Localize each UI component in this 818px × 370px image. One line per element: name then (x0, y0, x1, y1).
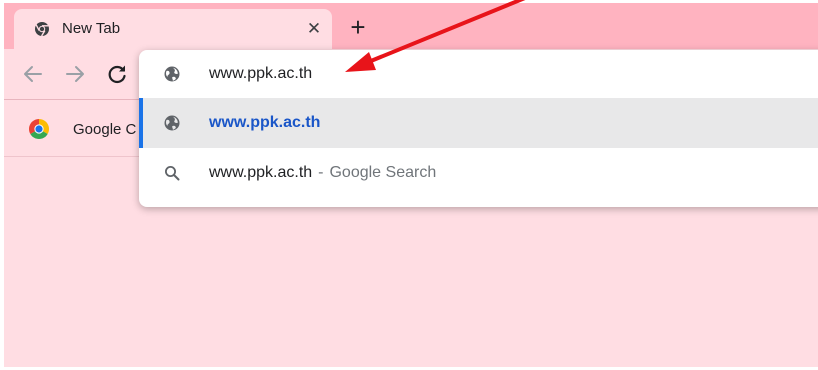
arrow-right-icon[interactable] (62, 61, 88, 87)
globe-icon (164, 115, 180, 131)
arrow-left-icon[interactable] (20, 61, 46, 87)
chrome-icon[interactable] (28, 118, 50, 140)
reload-icon[interactable] (104, 61, 130, 87)
suggestion-query: www.ppk.ac.th (209, 164, 313, 181)
suggestion-url[interactable]: www.ppk.ac.th (139, 98, 818, 148)
close-icon[interactable]: ✕ (304, 19, 324, 39)
plus-icon[interactable]: + (346, 14, 370, 40)
globe-icon (164, 66, 180, 82)
tab-title: New Tab (62, 20, 121, 37)
suggestion-separator: - (318, 164, 324, 181)
address-bar[interactable]: www.ppk.ac.th (139, 50, 818, 98)
omnibox-dropdown: www.ppk.ac.th www.ppk.ac.th www.ppk.ac.t… (139, 50, 818, 207)
suggestion-search[interactable]: www.ppk.ac.th - Google Search (139, 148, 818, 198)
suggestion-description: Google Search (329, 164, 437, 181)
tab-strip: New Tab ✕ + (4, 3, 818, 49)
bookmark-label[interactable]: Google C (73, 120, 136, 140)
search-icon (165, 166, 180, 181)
tab-new-tab[interactable]: New Tab ✕ (14, 9, 332, 49)
chrome-newtab-icon (35, 22, 49, 37)
address-input[interactable]: www.ppk.ac.th (209, 64, 312, 84)
suggestion-url-text: www.ppk.ac.th (209, 114, 321, 131)
browser-window: New Tab ✕ + Google C www.ppk.ac.th www.p… (4, 3, 818, 367)
suggestion-search-text: www.ppk.ac.th - Google Search (209, 163, 436, 183)
